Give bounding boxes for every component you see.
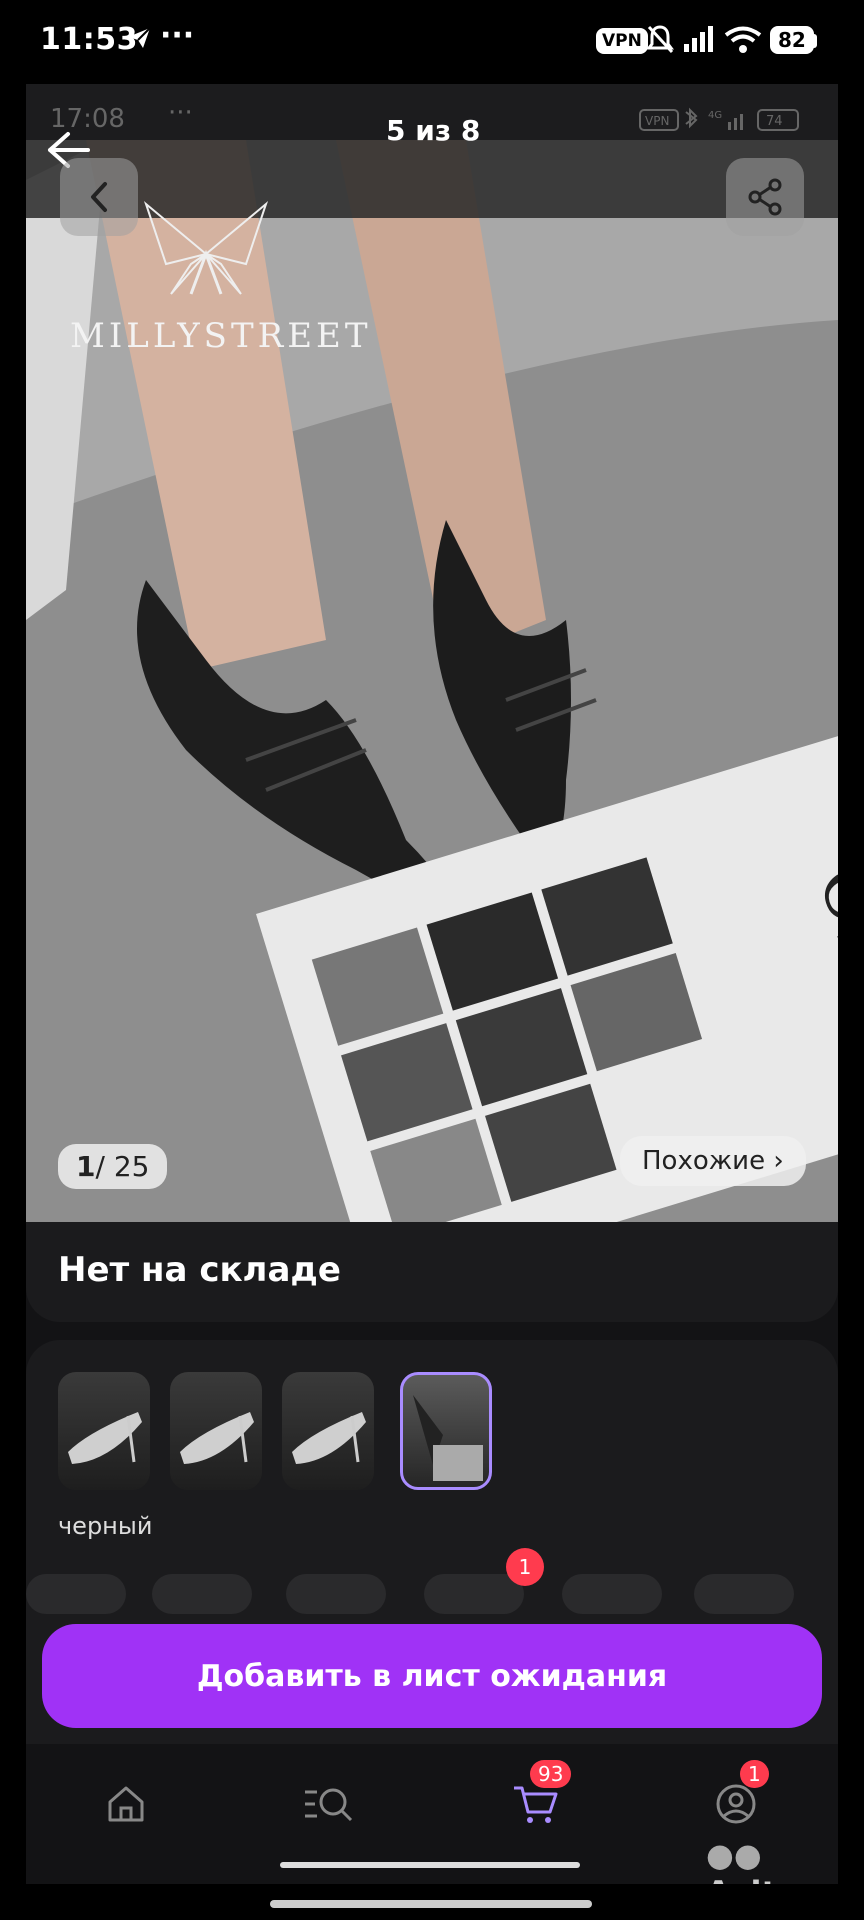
home-indicator[interactable] — [270, 1900, 592, 1908]
brand-butterfly-logo — [136, 194, 276, 308]
size-badge: 1 — [506, 1548, 544, 1586]
catalog-search-icon — [305, 1788, 353, 1822]
app-screenshot: 17:08 ··· VPN 4G 74 MILLYSTREET 5 из 8 1… — [26, 84, 838, 1884]
variant-thumb[interactable] — [282, 1372, 374, 1490]
avito-wordmark: Avito — [706, 1874, 799, 1884]
stock-status: Нет на складе — [58, 1250, 341, 1290]
variant-thumb-selected[interactable] — [400, 1372, 492, 1490]
share-button[interactable] — [726, 158, 804, 236]
avito-dots-icon: ●● — [706, 1836, 762, 1874]
nav-catalog[interactable] — [300, 1774, 360, 1834]
inner-battery: 74 — [766, 114, 783, 129]
size-option[interactable] — [152, 1574, 252, 1614]
vpn-badge: VPN — [596, 28, 648, 54]
nav-home[interactable] — [96, 1774, 156, 1834]
inner-status-icons: VPN 4G 74 — [616, 106, 806, 138]
back-button[interactable] — [60, 158, 138, 236]
size-option[interactable] — [562, 1574, 662, 1614]
telegram-icon — [126, 26, 152, 54]
chevron-left-icon — [91, 182, 107, 212]
variant-thumb[interactable] — [58, 1372, 150, 1490]
battery-level: 82 — [770, 26, 814, 54]
status-time: 11:53 — [40, 22, 138, 57]
similar-button[interactable]: Похожие › — [620, 1136, 806, 1186]
svg-text:VPN: VPN — [645, 114, 669, 128]
color-label: черный — [58, 1512, 153, 1540]
size-option[interactable] — [26, 1574, 126, 1614]
share-icon — [748, 178, 782, 216]
cart-icon — [514, 1786, 558, 1823]
bell-muted-icon — [646, 24, 674, 58]
profile-badge: 1 — [740, 1760, 769, 1788]
avito-logo: ●● Avito — [706, 1836, 838, 1884]
more-notifications-icon: ··· — [160, 18, 195, 53]
brand-watermark: MILLYSTREET — [70, 316, 372, 356]
pager-total: / 25 — [95, 1150, 150, 1183]
photo-pager: 1/ 25 — [58, 1144, 168, 1189]
image-counter: 5 из 8 — [386, 114, 481, 147]
profile-icon — [716, 1784, 756, 1824]
size-option[interactable] — [286, 1574, 386, 1614]
variant-thumb[interactable] — [170, 1372, 262, 1490]
wifi-icon — [724, 26, 762, 58]
inner-more-icon: ··· — [168, 98, 193, 128]
inner-home-indicator — [280, 1862, 580, 1868]
add-to-waitlist-button[interactable]: Добавить в лист ожидания — [42, 1624, 822, 1728]
battery-tip — [812, 34, 817, 48]
cart-badge: 93 — [530, 1760, 572, 1788]
size-option[interactable] — [694, 1574, 794, 1614]
svg-text:4G: 4G — [708, 110, 722, 121]
signal-icon — [684, 26, 716, 56]
pager-current: 1 — [76, 1150, 96, 1183]
size-option[interactable] — [424, 1574, 524, 1614]
home-icon — [108, 1786, 144, 1822]
